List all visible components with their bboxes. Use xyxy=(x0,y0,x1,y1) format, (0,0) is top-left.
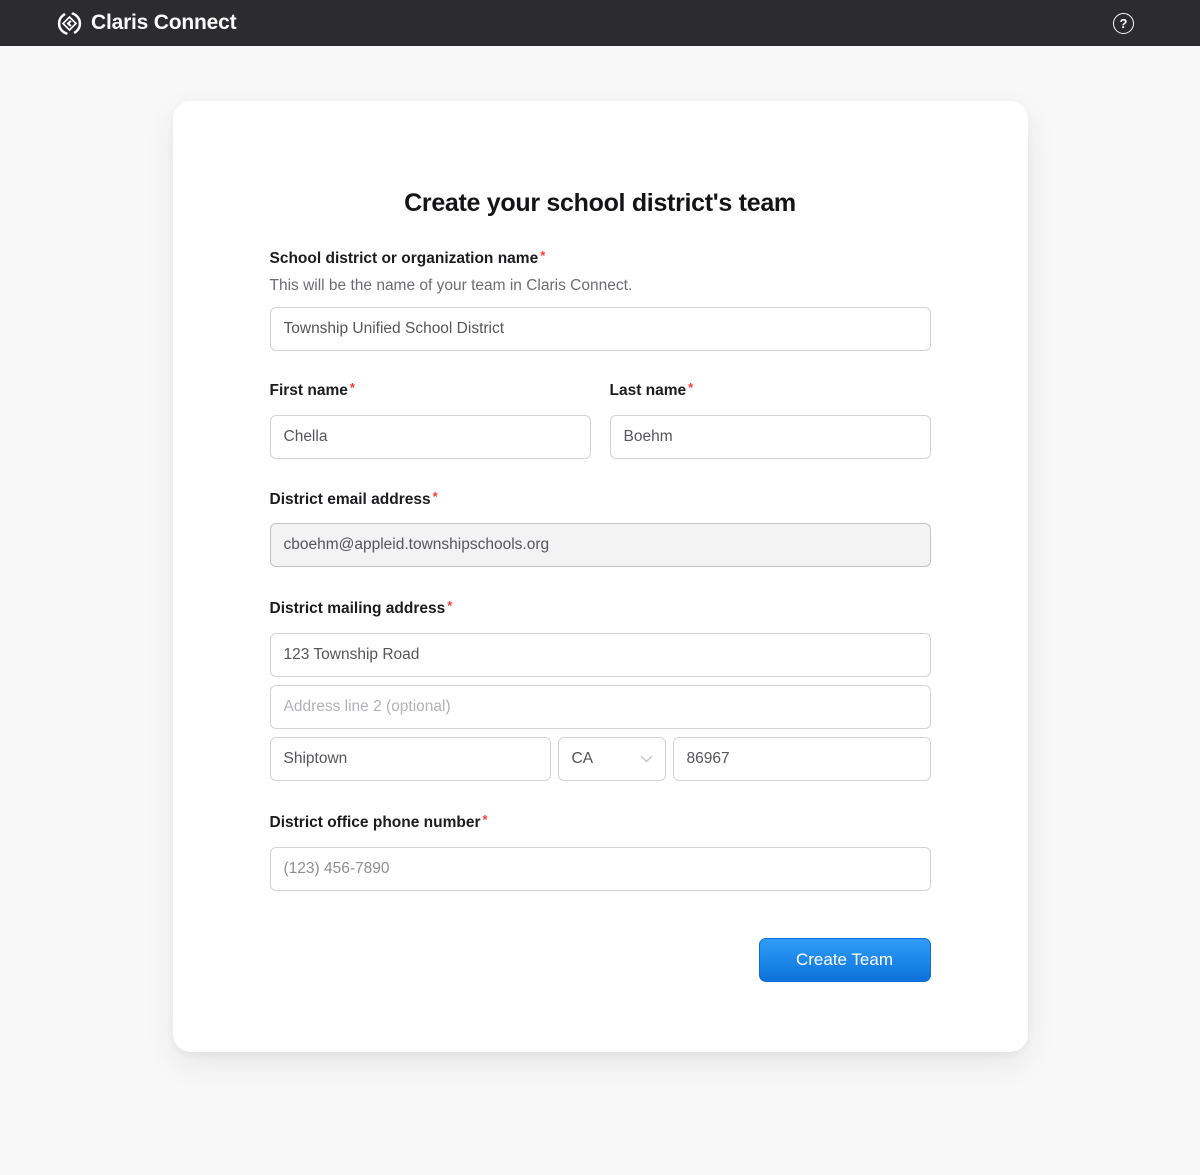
city-input[interactable] xyxy=(270,737,551,781)
email-input xyxy=(270,523,931,567)
address-line1-input[interactable] xyxy=(270,633,931,677)
last-name-input[interactable] xyxy=(610,415,931,459)
required-asterisk: * xyxy=(688,380,693,395)
chevron-down-icon xyxy=(640,755,653,763)
help-icon[interactable]: ? xyxy=(1113,13,1134,34)
claris-logo-icon xyxy=(57,11,82,36)
create-team-button[interactable]: Create Team xyxy=(759,938,931,982)
required-asterisk: * xyxy=(350,380,355,395)
org-name-label: School district or organization name* xyxy=(270,249,931,268)
mailing-address-label: District mailing address* xyxy=(270,599,931,618)
required-asterisk: * xyxy=(433,489,438,504)
org-name-input[interactable] xyxy=(270,307,931,351)
brand-name: Claris Connect xyxy=(91,11,236,35)
email-label: District email address* xyxy=(270,490,931,509)
help-glyph: ? xyxy=(1120,17,1128,30)
org-name-helper: This will be the name of your team in Cl… xyxy=(270,276,931,295)
state-selected-value: CA xyxy=(572,750,594,768)
required-asterisk: * xyxy=(483,812,488,827)
city-state-zip-row: CA xyxy=(270,737,931,781)
first-name-label: First name* xyxy=(270,381,591,400)
zip-input[interactable] xyxy=(673,737,931,781)
state-select[interactable]: CA xyxy=(558,737,666,781)
page-title: Create your school district's team xyxy=(270,189,931,218)
required-asterisk: * xyxy=(540,248,545,263)
email-section: District email address* xyxy=(270,490,931,567)
first-name-input[interactable] xyxy=(270,415,591,459)
brand: Claris Connect xyxy=(57,11,236,36)
address-line2-input[interactable] xyxy=(270,685,931,729)
create-team-card: Create your school district's team Schoo… xyxy=(173,101,1028,1052)
org-name-section: School district or organization name* Th… xyxy=(270,249,931,351)
phone-label: District office phone number* xyxy=(270,813,931,832)
submit-row: Create Team xyxy=(270,938,931,982)
phone-section: District office phone number* xyxy=(270,813,931,891)
name-row: First name* Last name* xyxy=(270,381,931,459)
mailing-address-section: District mailing address* CA xyxy=(270,599,931,781)
required-asterisk: * xyxy=(447,598,452,613)
last-name-label: Last name* xyxy=(610,381,931,400)
last-name-group: Last name* xyxy=(610,381,931,459)
phone-input[interactable] xyxy=(270,847,931,891)
top-bar: Claris Connect ? xyxy=(0,0,1200,46)
first-name-group: First name* xyxy=(270,381,591,459)
